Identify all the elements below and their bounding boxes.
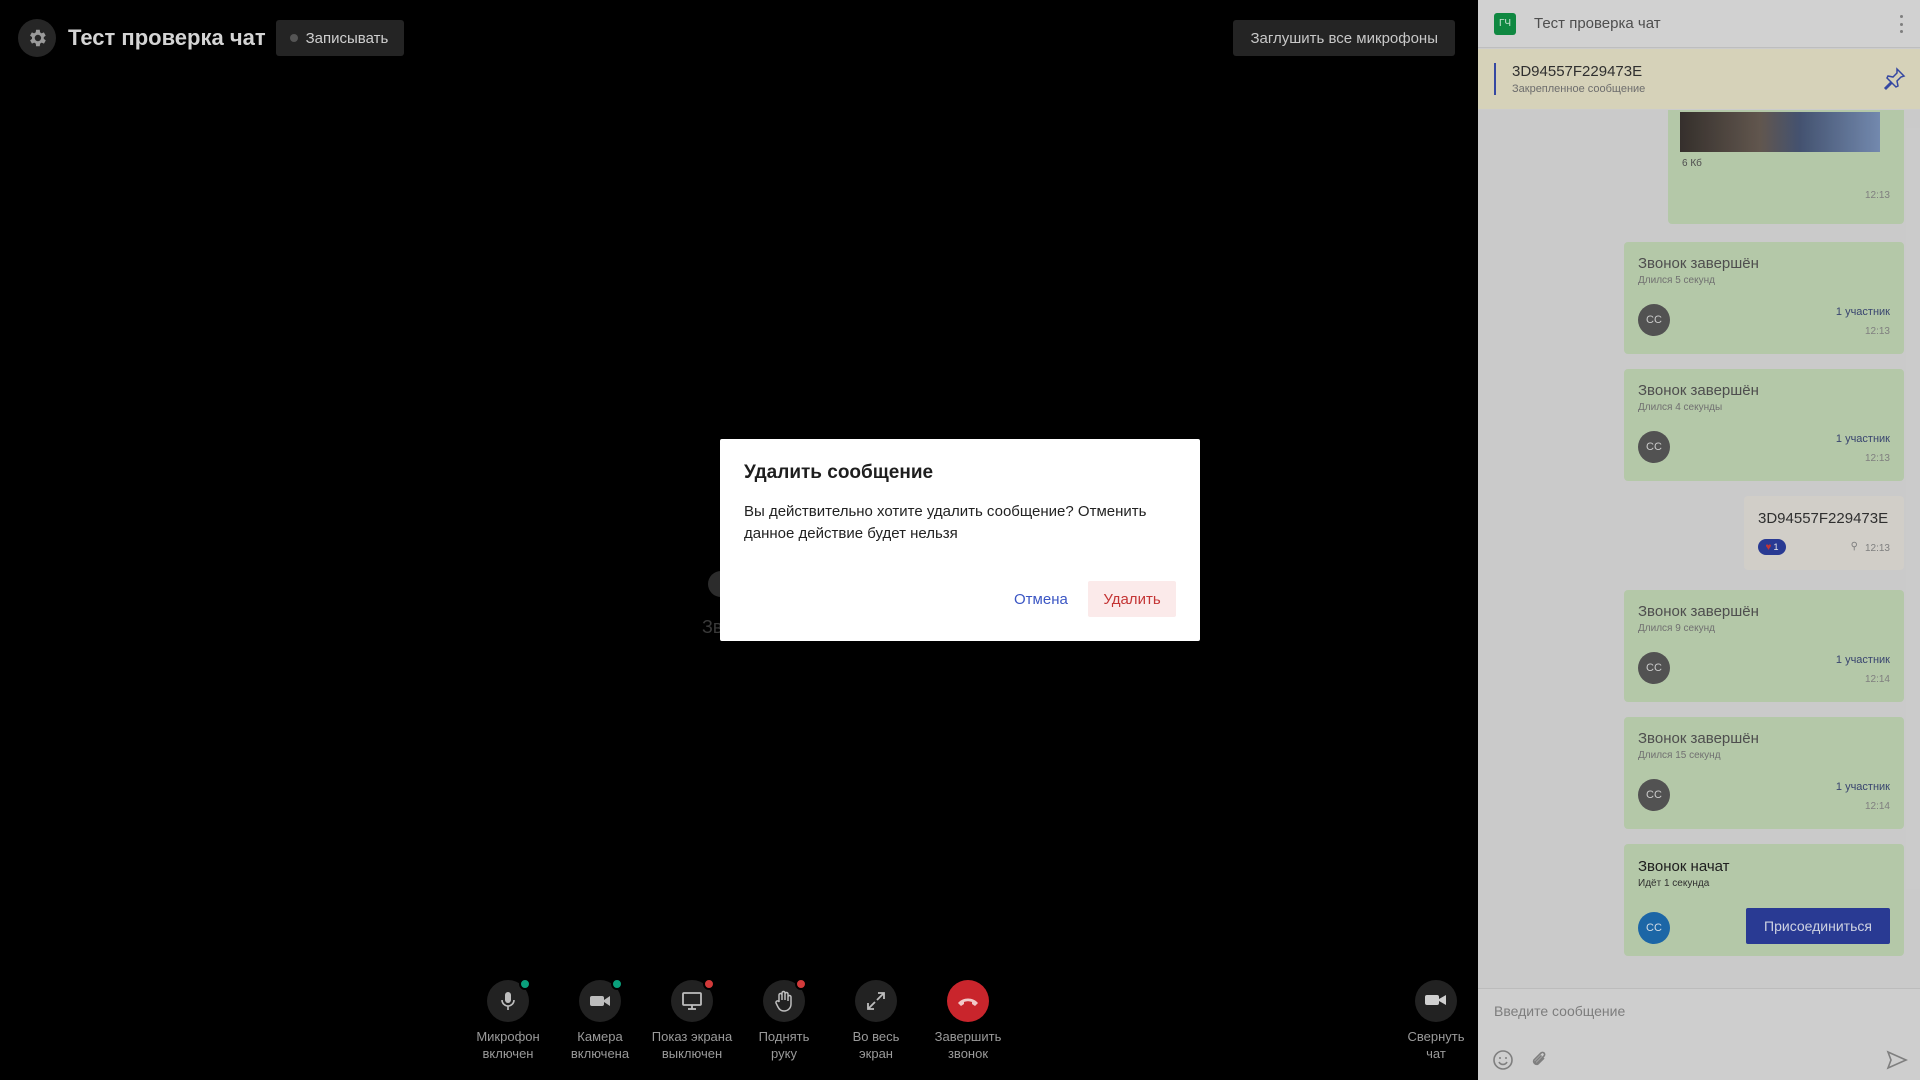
dialog-title: Удалить сообщение — [744, 462, 934, 483]
raise-hand-button[interactable] — [763, 978, 807, 1022]
screen-share-icon — [682, 992, 702, 1010]
camera-icon — [590, 996, 610, 1006]
control-label: Во весь экран — [852, 1029, 900, 1061]
collapse-chat-icon — [1425, 995, 1446, 1005]
control-label: Свернуть чат — [1407, 1029, 1465, 1061]
microphone-control[interactable]: Микрофон включен — [458, 978, 558, 1062]
call-top-bar: Тест проверка чат Записывать — [18, 19, 405, 57]
status-dot — [795, 978, 807, 990]
end-call-icon — [958, 998, 978, 1006]
fullscreen-icon — [867, 992, 885, 1010]
status-dot — [703, 978, 715, 990]
control-label: Показ экрана выключен — [651, 1029, 733, 1061]
call-title: Тест проверка чат — [68, 25, 266, 50]
delete-button[interactable]: Удалить — [1088, 581, 1176, 617]
settings-button[interactable] — [18, 19, 56, 57]
call-controls: Микрофон включен Камера включена Показ э… — [0, 978, 1478, 1080]
microphone-button[interactable] — [487, 978, 531, 1022]
raise-hand-icon — [775, 990, 792, 1012]
control-label: Завершить звонок — [934, 1029, 1002, 1061]
control-label: Камера включена — [570, 1029, 630, 1061]
control-label: Микрофон включен — [476, 1029, 540, 1061]
gear-icon — [30, 29, 46, 47]
control-label: Поднять руку — [758, 1029, 810, 1061]
screen-share-button[interactable] — [671, 978, 715, 1022]
fullscreen-control[interactable]: Во весь экран — [826, 980, 926, 1062]
raise-hand-control[interactable]: Поднять руку — [734, 978, 834, 1062]
cancel-button[interactable]: Отмена — [1002, 581, 1080, 617]
end-call-control[interactable]: Завершить звонок — [918, 980, 1018, 1062]
delete-message-dialog: Удалить сообщение Вы действительно хотит… — [720, 439, 1200, 641]
screen-share-control[interactable]: Показ экрана выключен — [642, 978, 742, 1062]
fullscreen-button[interactable] — [855, 980, 897, 1022]
collapse-chat-button[interactable] — [1415, 980, 1457, 1022]
camera-control[interactable]: Камера включена — [550, 978, 650, 1062]
dialog-text: Вы действительно хотите удалить сообщени… — [744, 503, 1147, 542]
microphone-icon — [501, 992, 515, 1010]
record-dot-icon — [289, 34, 298, 42]
end-call-button[interactable] — [947, 980, 989, 1022]
camera-button[interactable] — [579, 978, 623, 1022]
chat-dim-overlay — [1478, 0, 1920, 1080]
mute-all-button[interactable]: Заглушить все микрофоны — [1233, 20, 1455, 56]
collapse-chat-control[interactable]: Свернуть чат — [1386, 980, 1486, 1062]
record-label: Записывать — [305, 29, 389, 47]
record-button[interactable]: Записывать — [275, 20, 405, 56]
status-dot — [519, 978, 531, 990]
status-dot — [611, 978, 623, 990]
